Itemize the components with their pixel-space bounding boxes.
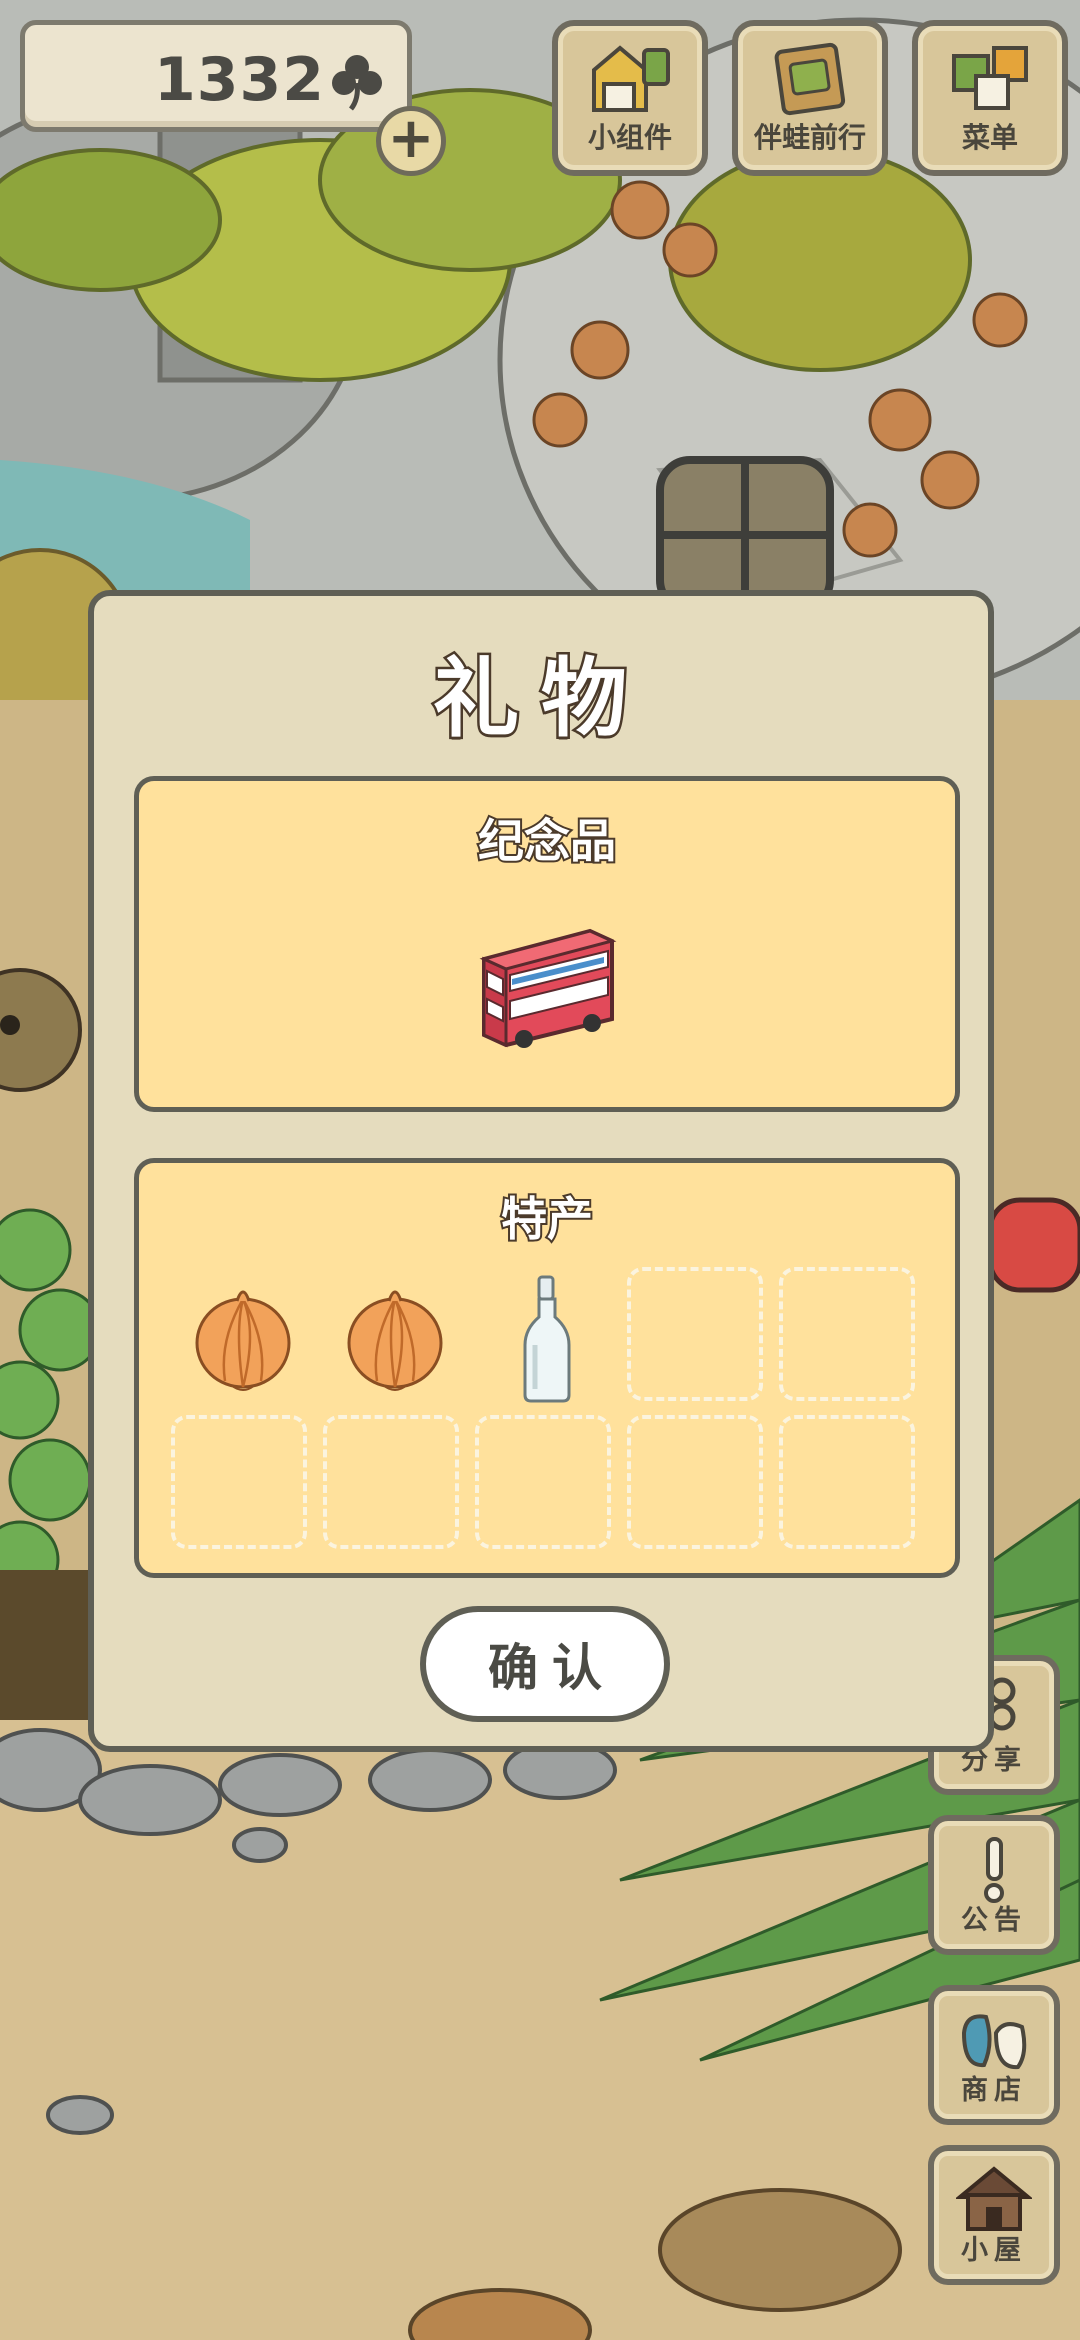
shop-button[interactable]: 商店 [928,1985,1060,2125]
widget-label: 小组件 [587,121,672,154]
widget-button[interactable]: 小组件 [552,20,708,176]
menu-cards-icon [952,46,1028,110]
travel-with-frog-button[interactable]: 伴蛙前行 [732,20,888,176]
souvenir-title: 纪念品 [476,812,618,870]
onion-icon [347,1290,443,1391]
specialty-slot-glass-bottle[interactable] [475,1267,611,1403]
widget-icon [592,45,670,112]
onion-icon [195,1290,291,1391]
announcement-label: 公告 [961,1905,1027,1936]
house-label: 小屋 [961,2235,1027,2266]
specialty-slot-onion[interactable] [323,1267,459,1401]
specialty-slot-empty[interactable] [627,1267,763,1401]
travel-book-icon [774,42,846,116]
shop-label: 商店 [961,2075,1027,2106]
specialty-slot-empty[interactable] [779,1415,915,1549]
specialty-slot-onion[interactable] [171,1267,307,1401]
glass-bottle-icon [523,1275,571,1403]
specialty-slot-empty[interactable] [627,1415,763,1549]
specialty-slot-empty[interactable] [779,1267,915,1401]
gift-dialog: 礼物 纪念品 特产 确认 [88,590,994,1752]
clover-count: 1332 [154,45,325,115]
specialty-title: 特产 [499,1190,595,1248]
specialty-slot-empty[interactable] [475,1415,611,1549]
specialty-slot-empty[interactable] [171,1415,307,1549]
dialog-title: 礼物 [431,647,649,752]
house-icon [956,2166,1032,2231]
shop-bags-icon [961,2014,1027,2070]
specialty-slot-empty[interactable] [323,1415,459,1549]
clover-icon [332,55,382,111]
plus-icon: + [387,106,435,171]
souvenir-panel: 纪念品 [134,776,960,1112]
clover-counter: 1332 [20,20,412,132]
confirm-label: 确认 [488,1639,616,1697]
travel-with-frog-label: 伴蛙前行 [753,121,866,154]
confirm-button[interactable]: 确认 [420,1606,670,1722]
announcement-button[interactable]: 公告 [928,1815,1060,1955]
house-button[interactable]: 小屋 [928,2145,1060,2285]
double-decker-bus-icon[interactable] [472,919,622,1049]
menu-button[interactable]: 菜单 [912,20,1068,176]
specialty-panel: 特产 [134,1158,960,1578]
menu-label: 菜单 [961,121,1018,154]
add-clover-button[interactable]: + [376,106,446,176]
exclamation-icon [984,1837,1004,1903]
